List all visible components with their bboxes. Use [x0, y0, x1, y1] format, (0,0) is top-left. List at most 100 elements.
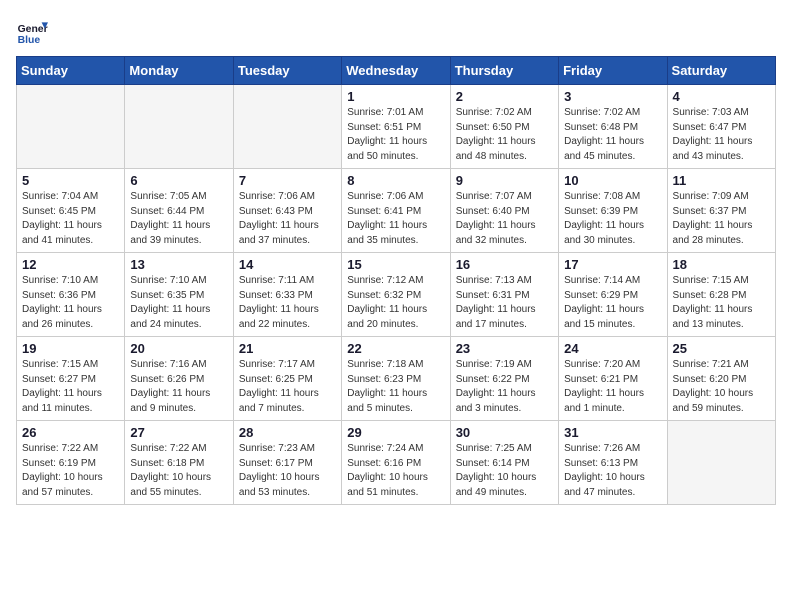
day-number: 15 [347, 257, 444, 272]
day-detail: Sunrise: 7:16 AM Sunset: 6:26 PM Dayligh… [130, 358, 227, 416]
day-number: 1 [347, 89, 444, 104]
day-number: 25 [673, 341, 770, 356]
logo-icon: General Blue [16, 16, 48, 48]
calendar-cell: 12Sunrise: 7:10 AM Sunset: 6:36 PM Dayli… [17, 253, 125, 337]
day-number: 5 [22, 173, 119, 188]
day-detail: Sunrise: 7:08 AM Sunset: 6:39 PM Dayligh… [564, 190, 661, 248]
weekday-header: Thursday [450, 57, 558, 85]
day-number: 8 [347, 173, 444, 188]
calendar-cell: 7 Sunrise: 7:06 AM Sunset: 6:43 PM Daylig… [233, 169, 341, 253]
day-number: 31 [564, 425, 661, 440]
day-detail: Sunrise: 7:13 AM Sunset: 6:31 PM Dayligh… [456, 274, 553, 332]
day-detail: Sunrise: 7:17 AM Sunset: 6:25 PM Dayligh… [239, 358, 336, 416]
day-detail: Sunrise: 7:18 AM Sunset: 6:23 PM Dayligh… [347, 358, 444, 416]
day-number: 24 [564, 341, 661, 356]
calendar-cell [17, 85, 125, 169]
day-detail: Sunrise: 7:03 AM Sunset: 6:47 PM Dayligh… [673, 106, 770, 164]
day-number: 27 [130, 425, 227, 440]
day-detail: Sunrise: 7:01 AM Sunset: 6:51 PM Dayligh… [347, 106, 444, 164]
calendar-cell: 2 Sunrise: 7:02 AM Sunset: 6:50 PM Daylig… [450, 85, 558, 169]
day-detail: Sunrise: 7:06 AM Sunset: 6:41 PM Dayligh… [347, 190, 444, 248]
calendar-cell: 11 Sunrise: 7:09 AM Sunset: 6:37 PM Dayli… [667, 169, 775, 253]
calendar-cell: 6 Sunrise: 7:05 AM Sunset: 6:44 PM Daylig… [125, 169, 233, 253]
day-detail: Sunrise: 7:10 AM Sunset: 6:35 PM Dayligh… [130, 274, 227, 332]
calendar-cell: 17 Sunrise: 7:14 AM Sunset: 6:29 PM Dayli… [559, 253, 667, 337]
day-number: 28 [239, 425, 336, 440]
day-number: 21 [239, 341, 336, 356]
day-number: 19 [22, 341, 119, 356]
day-detail: Sunrise: 7:26 AM Sunset: 6:13 PM Dayligh… [564, 442, 661, 500]
calendar-cell: 25 Sunrise: 7:21 AM Sunset: 6:20 PM Dayli… [667, 337, 775, 421]
calendar-week-row: 1 Sunrise: 7:01 AM Sunset: 6:51 PM Daylig… [17, 85, 776, 169]
day-number: 20 [130, 341, 227, 356]
day-number: 11 [673, 173, 770, 188]
weekday-header: Saturday [667, 57, 775, 85]
day-number: 10 [564, 173, 661, 188]
day-detail: Sunrise: 7:21 AM Sunset: 6:20 PM Dayligh… [673, 358, 770, 416]
day-detail: Sunrise: 7:15 AM Sunset: 6:27 PM Dayligh… [22, 358, 119, 416]
day-number: 30 [456, 425, 553, 440]
calendar-cell: 4 Sunrise: 7:03 AM Sunset: 6:47 PM Daylig… [667, 85, 775, 169]
calendar-week-row: 12Sunrise: 7:10 AM Sunset: 6:36 PM Dayli… [17, 253, 776, 337]
day-number: 23 [456, 341, 553, 356]
weekday-header: Tuesday [233, 57, 341, 85]
calendar-cell: 19 Sunrise: 7:15 AM Sunset: 6:27 PM Dayli… [17, 337, 125, 421]
day-detail: Sunrise: 7:25 AM Sunset: 6:14 PM Dayligh… [456, 442, 553, 500]
calendar-cell: 10 Sunrise: 7:08 AM Sunset: 6:39 PM Dayli… [559, 169, 667, 253]
calendar-cell: 18 Sunrise: 7:15 AM Sunset: 6:28 PM Dayli… [667, 253, 775, 337]
calendar-cell [667, 421, 775, 505]
day-number: 4 [673, 89, 770, 104]
calendar-cell: 3 Sunrise: 7:02 AM Sunset: 6:48 PM Daylig… [559, 85, 667, 169]
day-detail: Sunrise: 7:14 AM Sunset: 6:29 PM Dayligh… [564, 274, 661, 332]
calendar-cell: 31 Sunrise: 7:26 AM Sunset: 6:13 PM Dayli… [559, 421, 667, 505]
day-detail: Sunrise: 7:10 AM Sunset: 6:36 PM Dayligh… [22, 274, 119, 332]
weekday-header: Sunday [17, 57, 125, 85]
logo: General Blue [16, 16, 52, 48]
day-number: 13 [130, 257, 227, 272]
day-detail: Sunrise: 7:23 AM Sunset: 6:17 PM Dayligh… [239, 442, 336, 500]
calendar-cell: 23 Sunrise: 7:19 AM Sunset: 6:22 PM Dayli… [450, 337, 558, 421]
calendar-cell: 5Sunrise: 7:04 AM Sunset: 6:45 PM Daylig… [17, 169, 125, 253]
calendar-week-row: 5Sunrise: 7:04 AM Sunset: 6:45 PM Daylig… [17, 169, 776, 253]
day-detail: Sunrise: 7:05 AM Sunset: 6:44 PM Dayligh… [130, 190, 227, 248]
calendar-cell: 28 Sunrise: 7:23 AM Sunset: 6:17 PM Dayli… [233, 421, 341, 505]
calendar-cell: 22 Sunrise: 7:18 AM Sunset: 6:23 PM Dayli… [342, 337, 450, 421]
day-detail: Sunrise: 7:09 AM Sunset: 6:37 PM Dayligh… [673, 190, 770, 248]
calendar-cell: 1 Sunrise: 7:01 AM Sunset: 6:51 PM Daylig… [342, 85, 450, 169]
day-detail: Sunrise: 7:19 AM Sunset: 6:22 PM Dayligh… [456, 358, 553, 416]
calendar-week-row: 19 Sunrise: 7:15 AM Sunset: 6:27 PM Dayli… [17, 337, 776, 421]
day-detail: Sunrise: 7:02 AM Sunset: 6:48 PM Dayligh… [564, 106, 661, 164]
day-detail: Sunrise: 7:20 AM Sunset: 6:21 PM Dayligh… [564, 358, 661, 416]
day-number: 14 [239, 257, 336, 272]
day-number: 22 [347, 341, 444, 356]
day-detail: Sunrise: 7:06 AM Sunset: 6:43 PM Dayligh… [239, 190, 336, 248]
calendar-cell: 26 Sunrise: 7:22 AM Sunset: 6:19 PM Dayli… [17, 421, 125, 505]
calendar-week-row: 26 Sunrise: 7:22 AM Sunset: 6:19 PM Dayli… [17, 421, 776, 505]
calendar-cell: 21 Sunrise: 7:17 AM Sunset: 6:25 PM Dayli… [233, 337, 341, 421]
day-number: 18 [673, 257, 770, 272]
day-detail: Sunrise: 7:11 AM Sunset: 6:33 PM Dayligh… [239, 274, 336, 332]
calendar-cell: 15 Sunrise: 7:12 AM Sunset: 6:32 PM Dayli… [342, 253, 450, 337]
page-header: General Blue [16, 16, 776, 48]
calendar-cell: 29Sunrise: 7:24 AM Sunset: 6:16 PM Dayli… [342, 421, 450, 505]
weekday-header: Friday [559, 57, 667, 85]
day-number: 2 [456, 89, 553, 104]
day-number: 3 [564, 89, 661, 104]
day-detail: Sunrise: 7:22 AM Sunset: 6:19 PM Dayligh… [22, 442, 119, 500]
calendar-cell: 9Sunrise: 7:07 AM Sunset: 6:40 PM Daylig… [450, 169, 558, 253]
day-detail: Sunrise: 7:02 AM Sunset: 6:50 PM Dayligh… [456, 106, 553, 164]
calendar-table: SundayMondayTuesdayWednesdayThursdayFrid… [16, 56, 776, 505]
day-number: 7 [239, 173, 336, 188]
weekday-header: Wednesday [342, 57, 450, 85]
day-number: 6 [130, 173, 227, 188]
calendar-cell [125, 85, 233, 169]
weekday-header: Monday [125, 57, 233, 85]
day-detail: Sunrise: 7:15 AM Sunset: 6:28 PM Dayligh… [673, 274, 770, 332]
calendar-cell: 20 Sunrise: 7:16 AM Sunset: 6:26 PM Dayli… [125, 337, 233, 421]
day-number: 26 [22, 425, 119, 440]
calendar-cell [233, 85, 341, 169]
day-number: 17 [564, 257, 661, 272]
calendar-cell: 27Sunrise: 7:22 AM Sunset: 6:18 PM Dayli… [125, 421, 233, 505]
day-number: 9 [456, 173, 553, 188]
day-detail: Sunrise: 7:12 AM Sunset: 6:32 PM Dayligh… [347, 274, 444, 332]
